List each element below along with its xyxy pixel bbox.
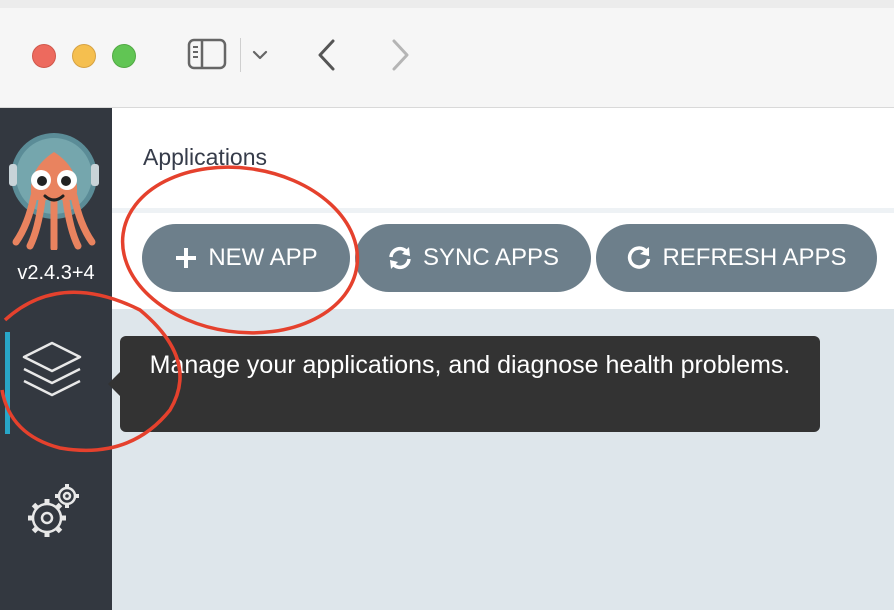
titlebar-top-strip — [0, 0, 894, 8]
argo-logo — [9, 133, 99, 250]
window-titlebar — [0, 0, 894, 108]
new-app-label: NEW APP — [208, 244, 318, 271]
back-arrow-icon[interactable] — [314, 38, 340, 72]
close-window-button[interactable] — [32, 44, 56, 68]
sync-icon — [389, 246, 411, 270]
plus-icon — [176, 248, 197, 268]
page-title: Applications — [143, 144, 268, 170]
sidebar-toggle-icon[interactable] — [187, 38, 227, 70]
sync-apps-label: SYNC APPS — [422, 244, 560, 271]
chevron-down-icon[interactable] — [251, 48, 269, 62]
refresh-apps-button[interactable]: REFRESH APPS — [596, 224, 877, 292]
sync-apps-button[interactable]: SYNC APPS — [355, 224, 591, 292]
zoom-window-button[interactable] — [112, 44, 136, 68]
forward-arrow-icon[interactable] — [387, 38, 413, 72]
minimize-window-button[interactable] — [72, 44, 96, 68]
refresh-icon — [628, 246, 651, 269]
toolbar-divider — [240, 38, 241, 72]
version-label: v2.4.3+4 — [17, 262, 95, 284]
refresh-apps-label: REFRESH APPS — [662, 244, 847, 271]
settings-gears-icon[interactable] — [22, 482, 84, 542]
new-app-button[interactable]: NEW APP — [142, 224, 350, 292]
active-nav-indicator — [5, 332, 10, 434]
nav-tooltip: Manage your applications, and diagnose h… — [120, 336, 820, 432]
tooltip-arrow — [108, 372, 120, 396]
layers-icon[interactable] — [19, 338, 85, 404]
